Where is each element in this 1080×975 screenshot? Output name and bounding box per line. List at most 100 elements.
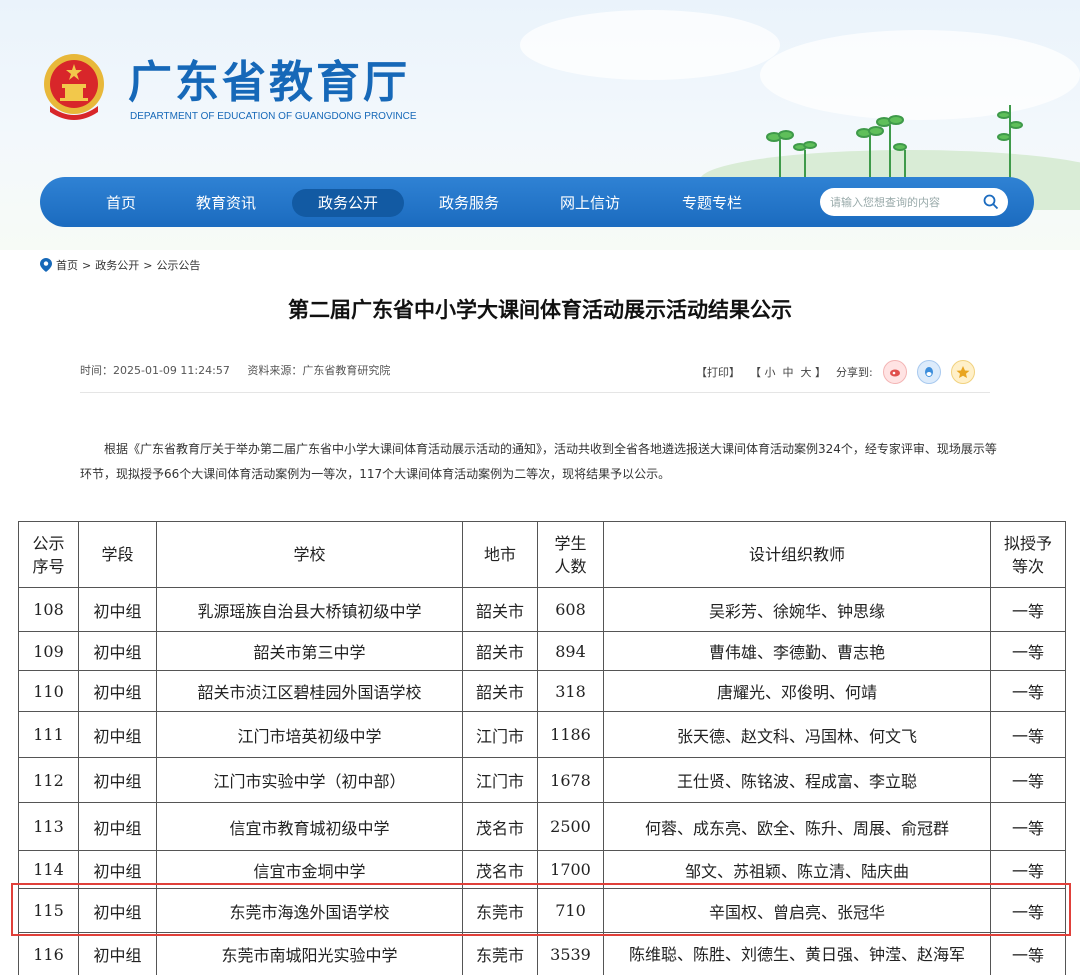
cell-stage: 初中组 bbox=[78, 670, 157, 712]
cell-students: 608 bbox=[537, 587, 604, 632]
table-header-row: 公示 序号 学段 学校 地市 学生 人数 设计组织教师 拟授予 等次 bbox=[18, 521, 1066, 588]
table-row: 110 初中组 韶关市浈江区碧桂园外国语学校 韶关市 318 唐耀光、邓俊明、何… bbox=[18, 670, 1066, 712]
meta-divider bbox=[80, 392, 990, 393]
article-meta: 时间：2025-01-09 11:24:57 资料来源：广东省教育研究院 bbox=[80, 362, 404, 378]
sprouts-decoration bbox=[766, 105, 1023, 180]
cell-stage: 初中组 bbox=[78, 802, 157, 851]
cell-school: 东莞市海逸外国语学校 bbox=[156, 888, 463, 933]
cell-city: 江门市 bbox=[462, 757, 538, 803]
table-row: 116 初中组 东莞市南城阳光实验中学 东莞市 3539 陈维聪、陈胜、刘德生、… bbox=[18, 932, 1066, 975]
cell-no: 108 bbox=[18, 587, 79, 632]
cell-rank: 一等 bbox=[990, 802, 1066, 851]
cell-rank: 一等 bbox=[990, 631, 1066, 671]
cell-teachers: 何蓉、成东亮、欧全、陈升、周展、俞冠群 bbox=[603, 802, 991, 851]
breadcrumb-current[interactable]: 公示公告 bbox=[156, 257, 200, 273]
cell-school: 乳源瑶族自治县大桥镇初级中学 bbox=[156, 587, 463, 632]
cell-school: 江门市培英初级中学 bbox=[156, 711, 463, 758]
cell-school: 信宜市教育城初级中学 bbox=[156, 802, 463, 851]
cell-stage: 初中组 bbox=[78, 850, 157, 889]
cell-stage: 初中组 bbox=[78, 711, 157, 758]
cloud-decoration bbox=[520, 10, 780, 80]
cell-students: 1678 bbox=[537, 757, 604, 803]
table-row-highlighted: 115 初中组 东莞市海逸外国语学校 东莞市 710 辛国权、曾启亮、张冠华 一… bbox=[18, 888, 1066, 933]
weibo-icon[interactable] bbox=[882, 360, 907, 384]
table-row: 109 初中组 韶关市第三中学 韶关市 894 曹伟雄、李德勤、曹志艳 一等 bbox=[18, 631, 1066, 671]
national-emblem-icon bbox=[44, 54, 104, 120]
site-subtitle: DEPARTMENT OF EDUCATION OF GUANGDONG PRO… bbox=[130, 111, 417, 122]
header-rank: 拟授予 等次 bbox=[990, 521, 1066, 588]
table-row: 114 初中组 信宜市金垌中学 茂名市 1700 邹文、苏祖颖、陈立清、陆庆曲 … bbox=[18, 850, 1066, 889]
font-size-switch[interactable]: 【 小 中 大 】 bbox=[750, 364, 826, 380]
nav-item-education-news[interactable]: 教育资讯 bbox=[170, 189, 282, 217]
cell-no: 113 bbox=[18, 802, 79, 851]
cell-stage: 初中组 bbox=[78, 932, 157, 975]
cell-rank: 一等 bbox=[990, 587, 1066, 632]
article-tools: 【打印】 【 小 中 大 】 分享到: bbox=[696, 360, 975, 384]
cell-city: 东莞市 bbox=[462, 932, 538, 975]
cell-stage: 初中组 bbox=[78, 757, 157, 803]
header-school: 学校 bbox=[156, 521, 463, 588]
cell-rank: 一等 bbox=[990, 670, 1066, 712]
cell-stage: 初中组 bbox=[78, 631, 157, 671]
breadcrumb-home[interactable]: 首页 bbox=[56, 257, 78, 273]
cell-city: 江门市 bbox=[462, 711, 538, 758]
cell-school: 信宜市金垌中学 bbox=[156, 850, 463, 889]
cell-no: 110 bbox=[18, 670, 79, 712]
intro-paragraph: 根据《广东省教育厅关于举办第二届广东省中小学大课间体育活动展示活动的通知》，活动… bbox=[80, 442, 997, 481]
cell-no: 116 bbox=[18, 932, 79, 975]
cell-city: 韶关市 bbox=[462, 670, 538, 712]
header-students: 学生 人数 bbox=[537, 521, 604, 588]
nav-item-government-services[interactable]: 政务服务 bbox=[413, 189, 525, 217]
share-label: 分享到: bbox=[835, 366, 873, 379]
cell-no: 115 bbox=[18, 888, 79, 933]
cell-students: 894 bbox=[537, 631, 604, 671]
table-row: 113 初中组 信宜市教育城初级中学 茂名市 2500 何蓉、成东亮、欧全、陈升… bbox=[18, 802, 1066, 851]
cell-school: 韶关市浈江区碧桂园外国语学校 bbox=[156, 670, 463, 712]
cell-stage: 初中组 bbox=[78, 587, 157, 632]
cell-students: 3539 bbox=[537, 932, 604, 975]
nav-item-online-petition[interactable]: 网上信访 bbox=[534, 189, 646, 217]
qq-icon[interactable] bbox=[916, 360, 941, 384]
table-row: 111 初中组 江门市培英初级中学 江门市 1186 张天德、赵文科、冯国林、何… bbox=[18, 711, 1066, 758]
breadcrumb-section[interactable]: 政务公开 bbox=[95, 257, 139, 273]
search-icon[interactable] bbox=[982, 193, 1000, 211]
location-pin-icon bbox=[40, 258, 52, 272]
cell-students: 318 bbox=[537, 670, 604, 712]
cell-teachers: 王仕贤、陈铭波、程成富、李立聪 bbox=[603, 757, 991, 803]
nav-item-government-affairs[interactable]: 政务公开 bbox=[292, 189, 405, 217]
print-link[interactable]: 【打印】 bbox=[696, 364, 740, 380]
cell-students: 1186 bbox=[537, 711, 604, 758]
main-nav: 首页 教育资讯 政务公开 政务服务 网上信访 专题专栏 bbox=[40, 177, 1034, 227]
cell-city: 韶关市 bbox=[462, 631, 538, 671]
cell-city: 茂名市 bbox=[462, 850, 538, 889]
publish-time: 时间：2025-01-09 11:24:57 bbox=[80, 364, 230, 377]
cell-rank: 一等 bbox=[990, 888, 1066, 933]
cell-school: 韶关市第三中学 bbox=[156, 631, 463, 671]
cell-students: 1700 bbox=[537, 850, 604, 889]
cell-no: 111 bbox=[18, 711, 79, 758]
search-input[interactable] bbox=[830, 193, 980, 211]
cell-rank: 一等 bbox=[990, 932, 1066, 975]
search-box bbox=[820, 188, 1008, 216]
cell-rank: 一等 bbox=[990, 850, 1066, 889]
qzone-icon[interactable] bbox=[950, 360, 975, 384]
table-row: 112 初中组 江门市实验中学（初中部） 江门市 1678 王仕贤、陈铭波、程成… bbox=[18, 757, 1066, 803]
header-teachers: 设计组织教师 bbox=[603, 521, 991, 588]
cell-students: 710 bbox=[537, 888, 604, 933]
cell-teachers: 辛国权、曾启亮、张冠华 bbox=[603, 888, 991, 933]
cell-no: 109 bbox=[18, 631, 79, 671]
cell-teachers: 唐耀光、邓俊明、何靖 bbox=[603, 670, 991, 712]
header-city: 地市 bbox=[462, 521, 538, 588]
header-stage: 学段 bbox=[78, 521, 157, 588]
cell-teachers: 邹文、苏祖颖、陈立清、陆庆曲 bbox=[603, 850, 991, 889]
cell-teachers: 陈维聪、陈胜、刘德生、黄日强、钟滢、赵海军 bbox=[603, 932, 991, 975]
breadcrumb: 首页 > 政务公开 > 公示公告 bbox=[40, 257, 200, 273]
cell-school: 东莞市南城阳光实验中学 bbox=[156, 932, 463, 975]
breadcrumb-separator: > bbox=[82, 258, 92, 272]
nav-item-home[interactable]: 首页 bbox=[80, 189, 162, 217]
nav-item-special-topics[interactable]: 专题专栏 bbox=[656, 189, 768, 217]
site-title: 广东省教育厅 bbox=[128, 57, 410, 108]
cell-city: 茂名市 bbox=[462, 802, 538, 851]
cell-school: 江门市实验中学（初中部） bbox=[156, 757, 463, 803]
breadcrumb-separator: > bbox=[143, 258, 153, 272]
